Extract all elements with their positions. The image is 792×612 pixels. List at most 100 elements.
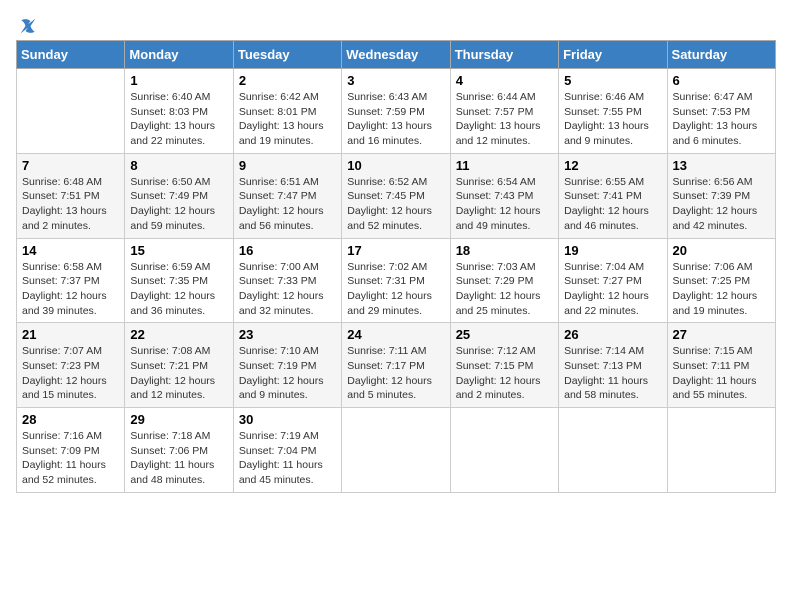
day-number: 15 [130,243,227,258]
day-number: 4 [456,73,553,88]
calendar-table: SundayMondayTuesdayWednesdayThursdayFrid… [16,40,776,493]
day-number: 1 [130,73,227,88]
day-number: 19 [564,243,661,258]
calendar-header-sunday: Sunday [17,41,125,69]
calendar-cell: 27 Sunrise: 7:15 AM Sunset: 7:11 PM Dayli… [667,323,775,408]
day-number: 3 [347,73,444,88]
day-info: Sunrise: 7:08 AM Sunset: 7:21 PM Dayligh… [130,344,227,403]
calendar-cell: 20 Sunrise: 7:06 AM Sunset: 7:25 PM Dayli… [667,238,775,323]
day-number: 8 [130,158,227,173]
day-number: 29 [130,412,227,427]
calendar-week-row: 1 Sunrise: 6:40 AM Sunset: 8:03 PM Daylig… [17,69,776,154]
day-number: 23 [239,327,336,342]
day-info: Sunrise: 6:59 AM Sunset: 7:35 PM Dayligh… [130,260,227,319]
calendar-week-row: 14 Sunrise: 6:58 AM Sunset: 7:37 PM Dayli… [17,238,776,323]
day-number: 5 [564,73,661,88]
calendar-header-row: SundayMondayTuesdayWednesdayThursdayFrid… [17,41,776,69]
day-info: Sunrise: 6:48 AM Sunset: 7:51 PM Dayligh… [22,175,119,234]
day-info: Sunrise: 6:56 AM Sunset: 7:39 PM Dayligh… [673,175,770,234]
page-header [16,16,776,32]
day-info: Sunrise: 6:52 AM Sunset: 7:45 PM Dayligh… [347,175,444,234]
calendar-cell: 8Sunrise: 6:50 AM Sunset: 7:49 PM Daylig… [125,153,233,238]
day-number: 14 [22,243,119,258]
day-info: Sunrise: 6:54 AM Sunset: 7:43 PM Dayligh… [456,175,553,234]
day-info: Sunrise: 7:07 AM Sunset: 7:23 PM Dayligh… [22,344,119,403]
calendar-cell: 6 Sunrise: 6:47 AM Sunset: 7:53 PM Daylig… [667,69,775,154]
day-info: Sunrise: 6:40 AM Sunset: 8:03 PM Dayligh… [130,90,227,149]
day-info: Sunrise: 7:19 AM Sunset: 7:04 PM Dayligh… [239,429,336,488]
day-number: 9 [239,158,336,173]
calendar-cell: 23 Sunrise: 7:10 AM Sunset: 7:19 PM Dayli… [233,323,341,408]
calendar-cell: 13 Sunrise: 6:56 AM Sunset: 7:39 PM Dayli… [667,153,775,238]
calendar-cell [450,408,558,493]
calendar-cell: 14 Sunrise: 6:58 AM Sunset: 7:37 PM Dayli… [17,238,125,323]
day-info: Sunrise: 6:43 AM Sunset: 7:59 PM Dayligh… [347,90,444,149]
day-info: Sunrise: 6:46 AM Sunset: 7:55 PM Dayligh… [564,90,661,149]
calendar-cell: 24Sunrise: 7:11 AM Sunset: 7:17 PM Dayli… [342,323,450,408]
calendar-week-row: 21Sunrise: 7:07 AM Sunset: 7:23 PM Dayli… [17,323,776,408]
calendar-header-friday: Friday [559,41,667,69]
logo-bird-icon [18,16,38,36]
calendar-week-row: 7 Sunrise: 6:48 AM Sunset: 7:51 PM Daylig… [17,153,776,238]
day-info: Sunrise: 7:12 AM Sunset: 7:15 PM Dayligh… [456,344,553,403]
calendar-cell: 28 Sunrise: 7:16 AM Sunset: 7:09 PM Dayli… [17,408,125,493]
calendar-header-tuesday: Tuesday [233,41,341,69]
day-number: 11 [456,158,553,173]
calendar-cell: 4 Sunrise: 6:44 AM Sunset: 7:57 PM Daylig… [450,69,558,154]
day-info: Sunrise: 6:47 AM Sunset: 7:53 PM Dayligh… [673,90,770,149]
day-number: 12 [564,158,661,173]
calendar-week-row: 28 Sunrise: 7:16 AM Sunset: 7:09 PM Dayli… [17,408,776,493]
day-info: Sunrise: 7:18 AM Sunset: 7:06 PM Dayligh… [130,429,227,488]
calendar-cell: 30Sunrise: 7:19 AM Sunset: 7:04 PM Dayli… [233,408,341,493]
day-number: 6 [673,73,770,88]
calendar-header-wednesday: Wednesday [342,41,450,69]
day-info: Sunrise: 7:03 AM Sunset: 7:29 PM Dayligh… [456,260,553,319]
calendar-cell: 26Sunrise: 7:14 AM Sunset: 7:13 PM Dayli… [559,323,667,408]
day-info: Sunrise: 6:42 AM Sunset: 8:01 PM Dayligh… [239,90,336,149]
day-info: Sunrise: 7:04 AM Sunset: 7:27 PM Dayligh… [564,260,661,319]
calendar-cell: 22 Sunrise: 7:08 AM Sunset: 7:21 PM Dayli… [125,323,233,408]
day-info: Sunrise: 6:55 AM Sunset: 7:41 PM Dayligh… [564,175,661,234]
calendar-cell: 3 Sunrise: 6:43 AM Sunset: 7:59 PM Daylig… [342,69,450,154]
calendar-cell [17,69,125,154]
day-number: 13 [673,158,770,173]
calendar-cell: 17 Sunrise: 7:02 AM Sunset: 7:31 PM Dayli… [342,238,450,323]
day-number: 25 [456,327,553,342]
calendar-header-monday: Monday [125,41,233,69]
calendar-cell: 2 Sunrise: 6:42 AM Sunset: 8:01 PM Daylig… [233,69,341,154]
calendar-cell [667,408,775,493]
day-number: 7 [22,158,119,173]
day-info: Sunrise: 7:16 AM Sunset: 7:09 PM Dayligh… [22,429,119,488]
day-number: 17 [347,243,444,258]
day-info: Sunrise: 7:15 AM Sunset: 7:11 PM Dayligh… [673,344,770,403]
calendar-cell: 5 Sunrise: 6:46 AM Sunset: 7:55 PM Daylig… [559,69,667,154]
calendar-header-thursday: Thursday [450,41,558,69]
calendar-cell: 19 Sunrise: 7:04 AM Sunset: 7:27 PM Dayli… [559,238,667,323]
day-number: 22 [130,327,227,342]
day-info: Sunrise: 7:06 AM Sunset: 7:25 PM Dayligh… [673,260,770,319]
day-number: 10 [347,158,444,173]
day-number: 18 [456,243,553,258]
day-info: Sunrise: 7:11 AM Sunset: 7:17 PM Dayligh… [347,344,444,403]
day-info: Sunrise: 6:51 AM Sunset: 7:47 PM Dayligh… [239,175,336,234]
day-info: Sunrise: 7:10 AM Sunset: 7:19 PM Dayligh… [239,344,336,403]
calendar-cell: 9 Sunrise: 6:51 AM Sunset: 7:47 PM Daylig… [233,153,341,238]
calendar-cell: 7 Sunrise: 6:48 AM Sunset: 7:51 PM Daylig… [17,153,125,238]
day-number: 2 [239,73,336,88]
day-number: 28 [22,412,119,427]
day-number: 16 [239,243,336,258]
calendar-cell: 12 Sunrise: 6:55 AM Sunset: 7:41 PM Dayli… [559,153,667,238]
day-info: Sunrise: 7:00 AM Sunset: 7:33 PM Dayligh… [239,260,336,319]
day-number: 27 [673,327,770,342]
calendar-cell: 11 Sunrise: 6:54 AM Sunset: 7:43 PM Dayli… [450,153,558,238]
calendar-cell [559,408,667,493]
logo [16,16,38,32]
day-number: 26 [564,327,661,342]
calendar-cell: 25 Sunrise: 7:12 AM Sunset: 7:15 PM Dayli… [450,323,558,408]
day-info: Sunrise: 6:58 AM Sunset: 7:37 PM Dayligh… [22,260,119,319]
day-info: Sunrise: 6:44 AM Sunset: 7:57 PM Dayligh… [456,90,553,149]
day-number: 20 [673,243,770,258]
calendar-cell: 21Sunrise: 7:07 AM Sunset: 7:23 PM Dayli… [17,323,125,408]
day-info: Sunrise: 7:02 AM Sunset: 7:31 PM Dayligh… [347,260,444,319]
calendar-body: 1 Sunrise: 6:40 AM Sunset: 8:03 PM Daylig… [17,69,776,493]
